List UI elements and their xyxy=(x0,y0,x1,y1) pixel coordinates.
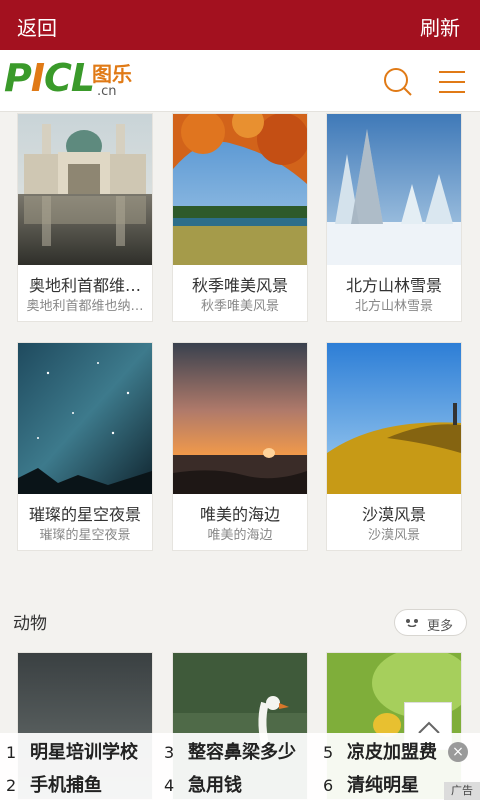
ad-link[interactable]: 1 明星培训学校 xyxy=(6,738,138,764)
photo-card-starry[interactable]: 璀璨的星空夜景 璀璨的星空夜景 xyxy=(17,342,153,551)
photo-starry-night xyxy=(18,343,152,494)
logo-domain: .cn xyxy=(97,84,117,99)
ad-tag: 广告 xyxy=(444,782,480,800)
logo-letters: PICL xyxy=(4,56,95,100)
photo-card-desert[interactable]: 沙漠风景 沙漠风景 xyxy=(326,342,462,551)
ad-link[interactable]: 2 手机捕鱼 xyxy=(6,771,102,797)
photo-desert xyxy=(327,343,461,494)
card-title: 璀璨的星空夜景 xyxy=(28,505,141,524)
photo-seaside xyxy=(173,343,307,494)
photo-card-autumn[interactable]: 秋季唯美风景 秋季唯美风景 xyxy=(172,113,308,322)
card-title: 唯美的海边 xyxy=(199,505,280,524)
back-button[interactable]: 返回 xyxy=(17,12,57,41)
card-title: 奥地利首都维… xyxy=(28,276,141,295)
section-title-animals: 动物 xyxy=(13,614,47,634)
photo-autumn xyxy=(173,114,307,265)
card-title: 秋季唯美风景 xyxy=(191,276,288,295)
refresh-button[interactable]: 刷新 xyxy=(420,12,460,41)
card-subtitle: 沙漠风景 xyxy=(367,528,420,543)
ad-link[interactable]: 4 急用钱 xyxy=(164,771,242,797)
card-subtitle: 秋季唯美风景 xyxy=(200,299,279,314)
more-button[interactable]: 更多 xyxy=(394,609,467,636)
card-subtitle: 奥地利首都维也纳… xyxy=(26,299,144,314)
card-subtitle: 唯美的海边 xyxy=(207,528,273,543)
photo-card-snow[interactable]: 北方山林雪景 北方山林雪景 xyxy=(326,113,462,322)
photo-vienna xyxy=(18,114,152,265)
card-subtitle: 北方山林雪景 xyxy=(354,299,433,314)
ad-close-icon[interactable]: × xyxy=(448,742,468,762)
ad-link[interactable]: 3 整容鼻梁多少 xyxy=(164,738,296,764)
top-bar: 返回 刷新 xyxy=(0,0,480,50)
more-dots-icon xyxy=(406,619,418,627)
site-header: PICL 图乐 .cn xyxy=(0,50,480,112)
ad-link[interactable]: 6 清纯明星 xyxy=(323,771,419,797)
menu-icon[interactable] xyxy=(436,66,468,98)
photo-snow xyxy=(327,114,461,265)
card-title: 北方山林雪景 xyxy=(345,276,442,295)
site-logo[interactable]: PICL 图乐 .cn xyxy=(4,56,144,104)
more-label: 更多 xyxy=(427,619,454,634)
card-title: 沙漠风景 xyxy=(361,505,426,524)
ad-banner[interactable]: 1 明星培训学校 3 整容鼻梁多少 5 凉皮加盟费 2 手机捕鱼 4 急用钱 6 清纯明星 … xyxy=(0,733,480,800)
search-icon[interactable] xyxy=(382,66,414,98)
photo-card-seaside[interactable]: 唯美的海边 唯美的海边 xyxy=(172,342,308,551)
logo-brand-cn: 图乐 xyxy=(92,62,132,86)
ad-link[interactable]: 5 凉皮加盟费 xyxy=(323,738,437,764)
photo-card-vienna[interactable]: 奥地利首都维… 奥地利首都维也纳… xyxy=(17,113,153,322)
card-subtitle: 璀璨的星空夜景 xyxy=(39,528,131,543)
